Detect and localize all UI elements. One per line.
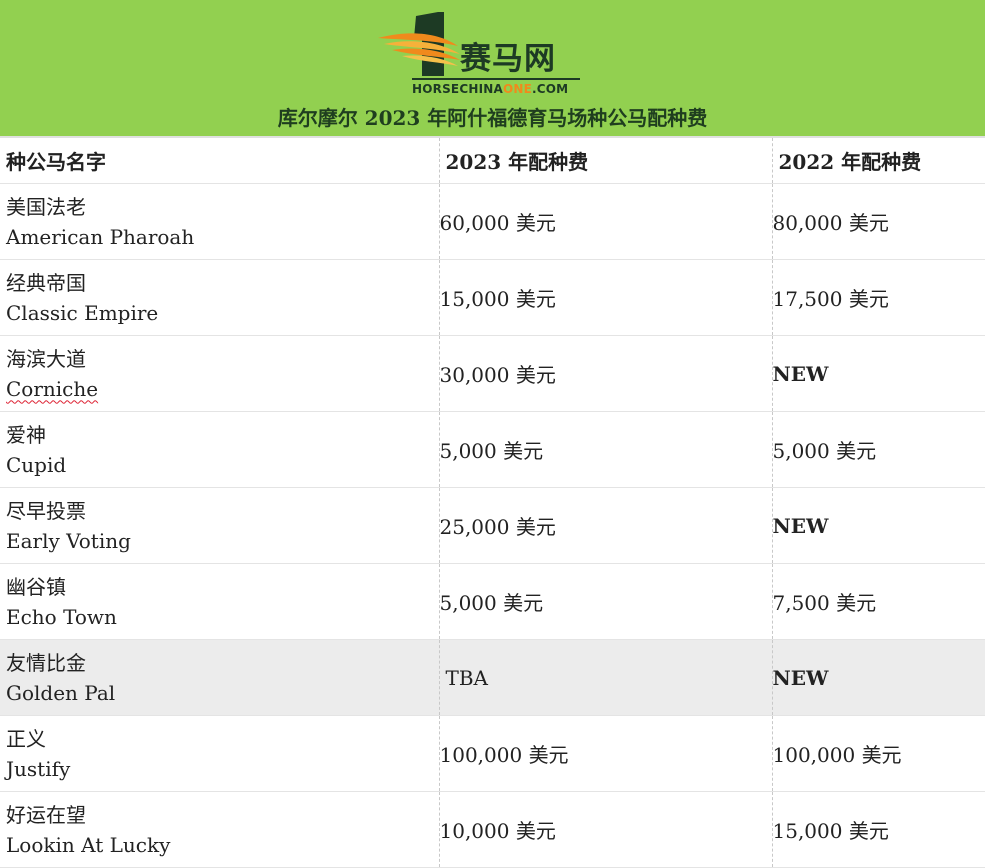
fee-2023: 5,000 美元 bbox=[439, 411, 773, 488]
table-row: 正义 Justify 100,000 美元 100,000 美元 bbox=[0, 715, 985, 792]
stallion-name-en: American Pharoah bbox=[6, 224, 195, 249]
fee-2022: 17,500 美元 bbox=[772, 259, 985, 336]
fee-2022-new-badge: NEW bbox=[772, 639, 985, 716]
fee-2023: TBA bbox=[439, 639, 773, 716]
stallion-name-en: Early Voting bbox=[6, 528, 131, 553]
table-row: 好运在望 Lookin At Lucky 10,000 美元 15,000 美元 bbox=[0, 791, 985, 868]
fee-2022: 5,000 美元 bbox=[772, 411, 985, 488]
table-row: 美国法老 American Pharoah 60,000 美元 80,000 美元 bbox=[0, 183, 985, 260]
fee-2022-new-badge: NEW bbox=[772, 335, 985, 412]
stallion-name-en: Classic Empire bbox=[6, 300, 159, 325]
stallion-name-cn: 幽谷镇 bbox=[6, 574, 66, 599]
stallion-name-en: Lookin At Lucky bbox=[6, 832, 171, 857]
page-title: 库尔摩尔 2023 年阿什福德育马场种公马配种费 bbox=[277, 106, 708, 130]
spellcheck-underlined-text: Corniche bbox=[6, 376, 99, 401]
fee-2022-new-badge: NEW bbox=[772, 487, 985, 564]
stallion-name-cn: 好运在望 bbox=[6, 802, 86, 827]
fee-2023: 10,000 美元 bbox=[439, 791, 773, 868]
logo-english-text: HORSECHINAONE.COM bbox=[412, 82, 569, 96]
stallion-name-en: Golden Pal bbox=[6, 680, 116, 705]
stallion-name-en: Justify bbox=[6, 756, 71, 781]
table-row: 经典帝国 Classic Empire 15,000 美元 17,500 美元 bbox=[0, 259, 985, 336]
fee-2023: 15,000 美元 bbox=[439, 259, 773, 336]
stallion-name-cn: 正义 bbox=[6, 726, 46, 751]
table-row: 幽谷镇 Echo Town 5,000 美元 7,500 美元 bbox=[0, 563, 985, 640]
header-fee-2023: 2023 年配种费 bbox=[439, 138, 773, 184]
stallion-name-cn: 尽早投票 bbox=[6, 498, 86, 523]
fee-2023: 60,000 美元 bbox=[439, 183, 773, 260]
fee-2023: 25,000 美元 bbox=[439, 487, 773, 564]
header-banner: 赛马网 HORSECHINAONE.COM 库尔摩尔 2023 年阿什福德育马场… bbox=[0, 0, 985, 138]
fee-2023: 100,000 美元 bbox=[439, 715, 773, 792]
stallion-name-cn: 友情比金 bbox=[6, 650, 86, 675]
stallion-name-cn: 爱神 bbox=[6, 422, 46, 447]
fee-2022: 100,000 美元 bbox=[772, 715, 985, 792]
fee-2022: 80,000 美元 bbox=[772, 183, 985, 260]
table-row: 爱神 Cupid 5,000 美元 5,000 美元 bbox=[0, 411, 985, 488]
table-header-row: 种公马名字 2023 年配种费 2022 年配种费 bbox=[0, 138, 985, 184]
header-fee-2022: 2022 年配种费 bbox=[772, 138, 985, 184]
stallion-name-en: Echo Town bbox=[6, 604, 117, 629]
stallion-name-cn: 经典帝国 bbox=[6, 270, 86, 295]
logo-chinese-text: 赛马网 bbox=[460, 41, 556, 77]
table-row: 海滨大道 Corniche 30,000 美元 NEW bbox=[0, 335, 985, 412]
fee-2023: 5,000 美元 bbox=[439, 563, 773, 640]
fee-2022: 15,000 美元 bbox=[772, 791, 985, 868]
stallion-name-cn: 美国法老 bbox=[6, 194, 86, 219]
fee-2022: 7,500 美元 bbox=[772, 563, 985, 640]
stud-fee-table: 种公马名字 2023 年配种费 2022 年配种费 美国法老 American P… bbox=[0, 138, 985, 868]
stallion-name-en: Corniche bbox=[6, 374, 439, 404]
stallion-name-en: Cupid bbox=[6, 452, 67, 477]
header-stallion-name: 种公马名字 bbox=[0, 138, 440, 184]
fee-2023: 30,000 美元 bbox=[439, 335, 773, 412]
table-row-highlighted: 友情比金 Golden Pal TBA NEW bbox=[0, 639, 985, 716]
stallion-name-cn: 海滨大道 bbox=[6, 346, 86, 371]
table-row: 尽早投票 Early Voting 25,000 美元 NEW bbox=[0, 487, 985, 564]
